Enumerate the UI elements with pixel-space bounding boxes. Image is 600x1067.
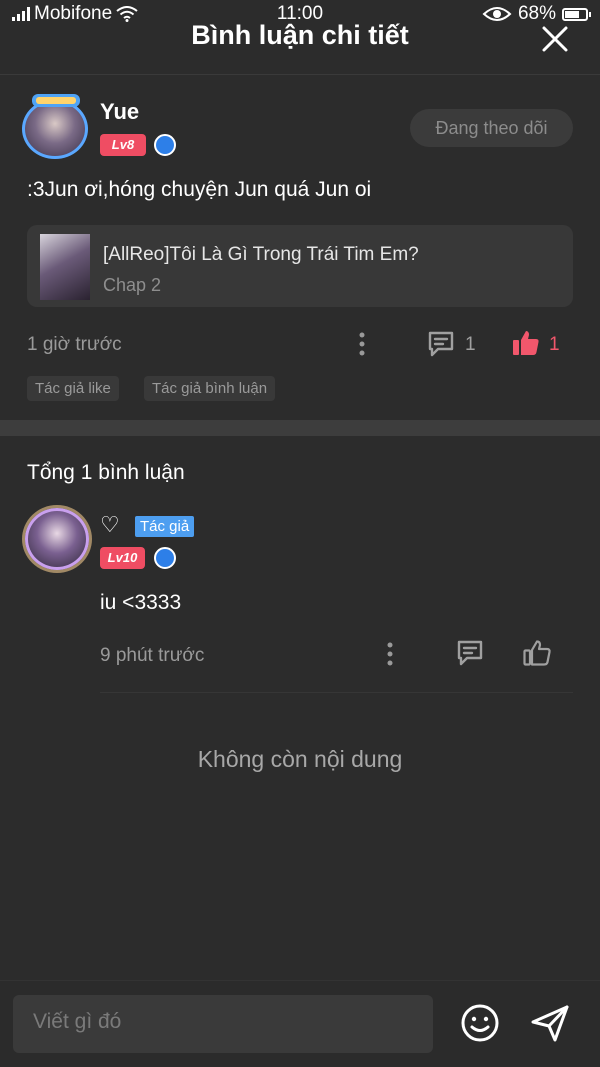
close-icon[interactable] — [540, 24, 570, 54]
reply-avatar[interactable] — [25, 508, 89, 570]
like-count: 1 — [549, 334, 560, 355]
section-divider — [0, 420, 600, 436]
reply-comment-icon[interactable] — [455, 638, 485, 668]
reply-vip-badge-icon — [154, 547, 176, 569]
vip-badge-icon — [154, 134, 176, 156]
emoji-icon[interactable] — [460, 1003, 500, 1043]
author-badge: Tác giả — [135, 516, 195, 537]
reply-more-vertical-icon[interactable] — [380, 641, 400, 667]
reply-time: 9 phút trước — [100, 645, 205, 666]
tag-author-like: Tác giả like — [27, 376, 119, 401]
comment-text: :3Jun ơi,hóng chuyện Jun quá Jun oi — [27, 178, 372, 201]
reply-author-name[interactable]: ♡ — [100, 512, 120, 538]
end-of-list-text: Không còn nội dung — [197, 746, 403, 772]
story-card[interactable]: [AllReo]Tôi Là Gì Trong Trái Tim Em? Cha… — [27, 225, 573, 307]
header-divider — [0, 74, 600, 75]
tag-author-comment: Tác giả bình luận — [144, 376, 276, 401]
reply-thumbs-up-icon[interactable] — [522, 638, 552, 668]
comment-input[interactable]: Viết gì đó — [13, 995, 433, 1053]
writer-frame-icon — [32, 94, 80, 107]
following-button[interactable]: Đang theo dõi — [410, 109, 573, 147]
comment-icon[interactable] — [426, 329, 456, 359]
avatar[interactable] — [22, 99, 88, 159]
comment-detail-screen: Mobifone 11:00 68% Bình luận chi tiết Yu… — [0, 0, 600, 1067]
comment-composer: Viết gì đó — [0, 980, 600, 1067]
page-title: Bình luận chi tiết — [191, 20, 409, 50]
reply-count: 1 — [465, 334, 476, 355]
level-badge: Lv8 — [100, 134, 146, 156]
reply-text: iu <3333 — [100, 591, 182, 614]
story-cover — [40, 234, 90, 300]
total-comments-label: Tổng 1 bình luận — [27, 461, 185, 484]
comment-time: 1 giờ trước — [27, 334, 122, 355]
more-vertical-icon[interactable] — [352, 331, 372, 357]
comment-author-name[interactable]: Yue — [100, 99, 139, 125]
battery-icon — [562, 7, 591, 21]
thumbs-up-icon[interactable] — [511, 328, 541, 358]
send-icon[interactable] — [528, 1001, 572, 1045]
reply-divider — [100, 692, 573, 693]
reply-level-badge: Lv10 — [100, 547, 145, 569]
story-title: [AllReo]Tôi Là Gì Trong Trái Tim Em? — [103, 244, 419, 265]
story-chapter: Chap 2 — [103, 275, 162, 295]
